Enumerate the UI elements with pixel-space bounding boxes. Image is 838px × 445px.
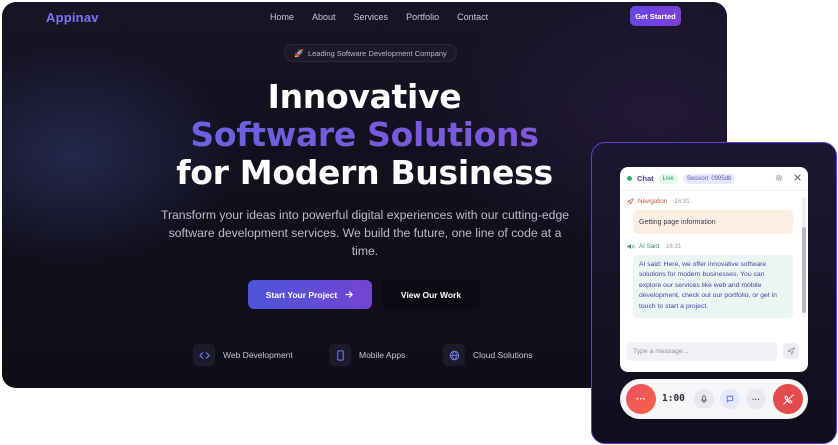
feature-mobile-apps: Mobile Apps — [329, 344, 405, 366]
voice-chat-widget: Chat Live Session: 0995db Navigation 16:… — [591, 142, 837, 444]
live-dot-icon — [627, 176, 632, 181]
microphone-icon — [701, 394, 707, 403]
message-sender: AI Said — [639, 242, 659, 250]
mic-button[interactable] — [694, 389, 714, 409]
arrow-right-icon — [345, 291, 354, 298]
feature-label: Web Development — [223, 350, 293, 360]
start-project-label: Start Your Project — [265, 289, 338, 300]
message-time: 16:31 — [665, 242, 682, 250]
message-composer — [627, 341, 801, 361]
message-bubble: AI said: Here, we offer innovative softw… — [633, 255, 793, 319]
chat-header: Chat Live Session: 0995db — [620, 167, 808, 191]
chat-bubble-icon — [726, 395, 734, 403]
more-options-button[interactable]: ··· — [746, 389, 766, 409]
feature-label: Cloud Solutions — [473, 350, 533, 360]
hero-badge-label: Leading Software Development Company — [307, 48, 447, 58]
hero-badge: 🚀 Leading Software Development Company — [284, 44, 457, 62]
more-dots-icon: ··· — [636, 393, 646, 405]
message-bubble: Getting page information — [633, 210, 793, 234]
hero-title-line1: Innovative — [267, 77, 462, 116]
send-icon — [787, 347, 795, 355]
globe-icon — [443, 344, 465, 366]
view-work-button[interactable]: View Our Work — [382, 280, 480, 309]
code-icon — [193, 344, 215, 366]
nav-services[interactable]: Services — [354, 12, 389, 22]
get-started-button[interactable]: Get Started — [630, 6, 681, 26]
logo[interactable]: Appinav — [46, 10, 99, 25]
feature-label: Mobile Apps — [359, 350, 406, 360]
nav-home[interactable]: Home — [270, 12, 294, 22]
message-meta: Navigation 16:31 — [627, 195, 794, 207]
gear-icon[interactable] — [775, 174, 783, 184]
message-time: 16:31 — [674, 197, 690, 205]
message-list: Navigation 16:31 Getting page informatio… — [620, 191, 800, 320]
nav-contact[interactable]: Contact — [457, 12, 488, 22]
rocket-icon: 🚀 — [294, 48, 304, 58]
start-project-button[interactable]: Start Your Project — [248, 280, 372, 309]
mobile-icon — [329, 344, 351, 366]
navigation-icon — [627, 197, 634, 205]
call-timer: 1:00 — [662, 393, 685, 404]
close-icon[interactable] — [794, 174, 801, 183]
feature-web-development: Web Development — [193, 344, 293, 366]
nav-portfolio[interactable]: Portfolio — [406, 12, 439, 22]
call-controls: ··· 1:00 ··· — [620, 379, 808, 419]
feature-cloud-solutions: Cloud Solutions — [443, 344, 533, 366]
hero-subtitle: Transform your ideas into powerful digit… — [160, 208, 570, 258]
chat-panel: Chat Live Session: 0995db Navigation 16:… — [620, 167, 808, 372]
scrollbar-thumb[interactable] — [802, 227, 806, 313]
message-input[interactable] — [627, 341, 777, 361]
send-button[interactable] — [783, 343, 799, 359]
phone-off-icon — [782, 393, 794, 405]
main-nav: Home About Services Portfolio Contact — [270, 12, 506, 22]
chat-title: Chat — [637, 174, 654, 183]
chat-toggle-button[interactable] — [720, 389, 740, 409]
end-call-button[interactable] — [773, 384, 803, 414]
message-meta: AI Said 16:31 — [627, 240, 794, 252]
session-badge: Session: 0995db — [682, 173, 736, 184]
menu-button[interactable]: ··· — [626, 384, 656, 414]
live-badge: Live — [658, 173, 678, 184]
more-dots-icon: ··· — [752, 394, 760, 404]
message-sender: Navigation — [638, 197, 668, 205]
speaker-icon — [627, 243, 635, 249]
nav-about[interactable]: About — [312, 12, 336, 22]
